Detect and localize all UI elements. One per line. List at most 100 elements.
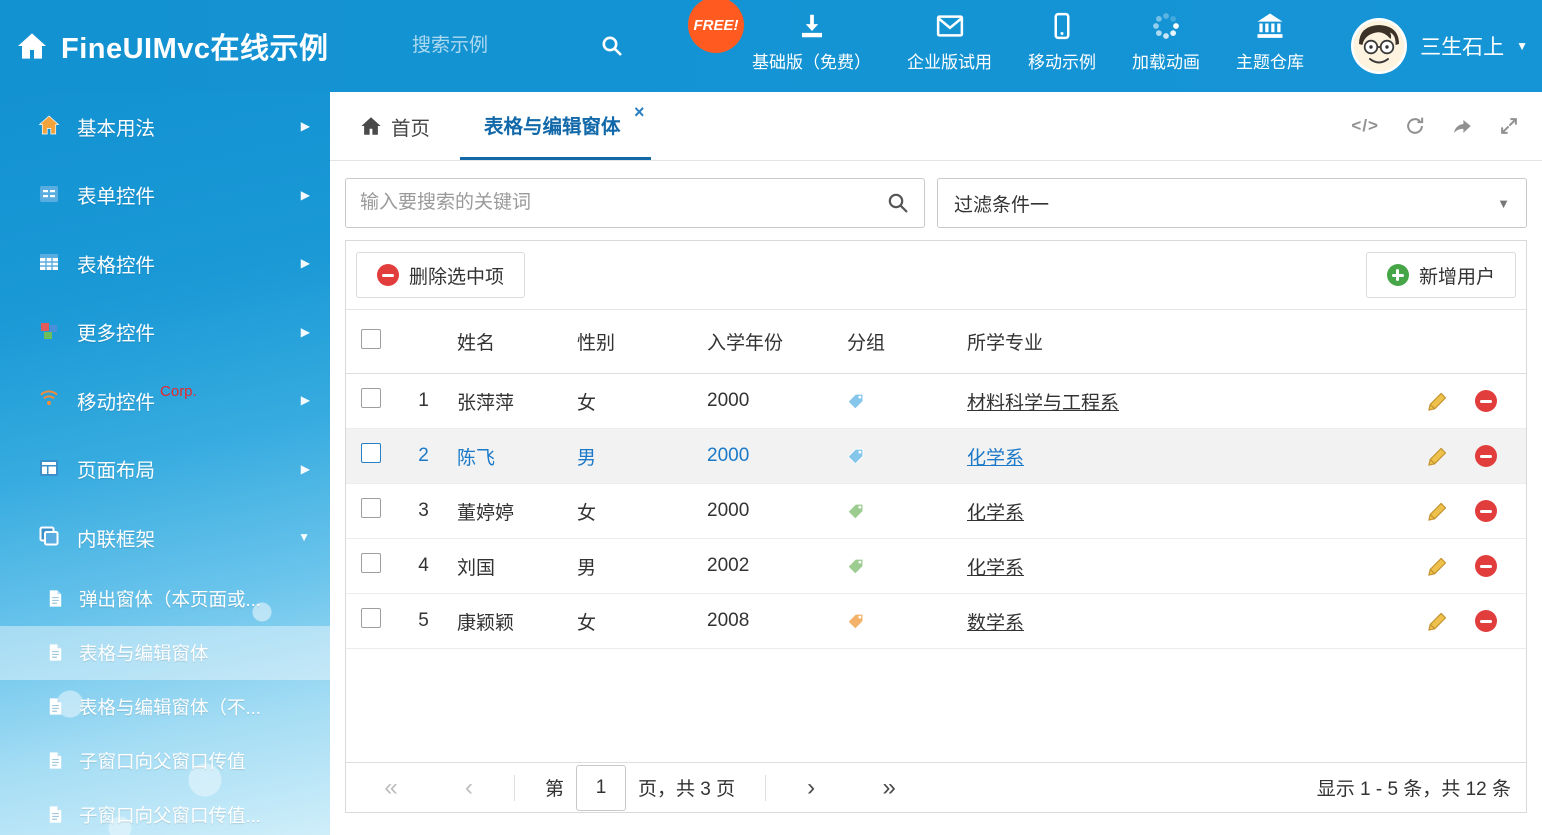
sidebar-item[interactable]: 基本用法 ▶ — [0, 92, 330, 161]
sidebar-item[interactable]: 页面布局 ▶ — [0, 435, 330, 504]
caret-down-icon: ▼ — [1497, 196, 1510, 211]
sidebar-subitem-label: 弹出窗体（本页面或... — [79, 586, 261, 612]
cell-row-number: 1 — [396, 390, 451, 412]
sidebar-item[interactable]: 表格控件 ▶ — [0, 229, 330, 298]
header-nav-item[interactable]: 基础版（免费） — [752, 11, 871, 73]
header-nav-item[interactable]: 移动示例 — [1028, 11, 1096, 73]
edit-row-icon[interactable] — [1426, 390, 1449, 413]
major-link[interactable]: 化学系 — [967, 503, 1024, 524]
sidebar-item-label: 基本用法 — [77, 112, 155, 141]
share-icon[interactable] — [1451, 115, 1473, 137]
table-row[interactable]: 5 康颖颖 女 2008 数学系 — [346, 594, 1526, 649]
expand-icon[interactable] — [1498, 115, 1520, 137]
header-nav-item[interactable]: 企业版试用 — [907, 11, 992, 73]
keyword-search — [345, 178, 925, 228]
delete-row-icon[interactable] — [1475, 390, 1497, 412]
edit-row-icon[interactable] — [1426, 445, 1449, 468]
header-nav-label: 加载动画 — [1132, 48, 1200, 73]
major-link[interactable]: 材料科学与工程系 — [967, 393, 1119, 414]
delete-row-icon[interactable] — [1475, 500, 1497, 522]
page-suffix: 页，共 3 页 — [638, 774, 735, 801]
header-nav-item[interactable]: 加载动画 — [1132, 11, 1200, 73]
sidebar-subitem[interactable]: 子窗口向父窗口传值... — [0, 788, 330, 835]
prev-page-icon[interactable]: ‹ — [454, 776, 484, 800]
column-header-gender[interactable]: 性别 — [571, 328, 701, 355]
sidebar-subitem[interactable]: 表格与编辑窗体 — [0, 626, 330, 680]
minus-circle-icon — [377, 264, 399, 286]
sidebar-item[interactable]: 更多控件 ▶ — [0, 298, 330, 367]
sidebar-subitem[interactable]: 弹出窗体（本页面或... — [0, 572, 330, 626]
cell-row-number: 3 — [396, 500, 451, 522]
sidebar-subitem[interactable]: 表格与编辑窗体（不... — [0, 680, 330, 734]
cell-year: 2000 — [701, 500, 841, 522]
wave-icon — [38, 388, 62, 412]
free-badge: FREE! — [688, 0, 744, 53]
tab-home[interactable]: 首页 — [344, 92, 446, 160]
delete-selected-button[interactable]: 删除选中项 — [356, 252, 525, 298]
tag-icon — [846, 447, 961, 466]
next-page-icon[interactable]: › — [796, 776, 826, 800]
cell-row-number: 5 — [396, 610, 451, 632]
cell-gender: 女 — [571, 608, 701, 635]
page-number-input[interactable] — [576, 765, 626, 811]
avatar — [1350, 17, 1408, 75]
first-page-icon[interactable]: « — [376, 776, 406, 800]
cell-gender: 女 — [571, 388, 701, 415]
header-nav-label: 移动示例 — [1028, 48, 1096, 73]
cell-name: 康颖颖 — [451, 608, 571, 635]
filter-dropdown[interactable]: 过滤条件一 ▼ — [937, 178, 1527, 228]
row-checkbox[interactable] — [361, 498, 381, 518]
sidebar-item[interactable]: 内联框架 ▼ — [0, 503, 330, 572]
edit-row-icon[interactable] — [1426, 610, 1449, 633]
table-row[interactable]: 4 刘国 男 2002 化学系 — [346, 539, 1526, 594]
refresh-icon[interactable] — [1404, 115, 1426, 137]
table-icon — [38, 251, 62, 275]
last-page-icon[interactable]: » — [874, 776, 904, 800]
major-link[interactable]: 化学系 — [967, 448, 1024, 469]
header-search-input[interactable] — [412, 35, 600, 57]
delete-row-icon[interactable] — [1475, 610, 1497, 632]
major-link[interactable]: 化学系 — [967, 558, 1024, 579]
major-link[interactable]: 数学系 — [967, 613, 1024, 634]
keyword-search-input[interactable] — [360, 192, 886, 214]
sidebar-subitem[interactable]: 子窗口向父窗口传值 — [0, 734, 330, 788]
delete-row-icon[interactable] — [1475, 445, 1497, 467]
frame-icon — [38, 525, 62, 549]
home-icon — [360, 115, 382, 137]
table-row[interactable]: 1 张萍萍 女 2000 材料科学与工程系 — [346, 374, 1526, 429]
filter-dropdown-value: 过滤条件一 — [954, 190, 1049, 217]
column-header-major[interactable]: 所学专业 — [961, 328, 1404, 355]
top-header: FineUIMvc在线示例 FREE! 基础版（免费） 企业版试用 移动示例 加… — [0, 0, 1542, 92]
delete-row-icon[interactable] — [1475, 555, 1497, 577]
table-header: 姓名 性别 入学年份 分组 所学专业 — [346, 310, 1526, 374]
column-header-name[interactable]: 姓名 — [451, 328, 571, 355]
file-icon — [46, 589, 66, 609]
row-checkbox[interactable] — [361, 388, 381, 408]
tab-bar: 首页 表格与编辑窗体 × </> — [330, 92, 1542, 161]
file-icon — [46, 805, 66, 825]
user-menu[interactable]: 三生石上 ▼ — [1350, 0, 1528, 92]
grid-toolbar: 删除选中项 新增用户 — [346, 241, 1526, 310]
sidebar-item[interactable]: 移动控件 Corp. ▶ — [0, 366, 330, 435]
search-icon[interactable] — [600, 34, 624, 58]
edit-row-icon[interactable] — [1426, 500, 1449, 523]
code-icon[interactable]: </> — [1351, 116, 1379, 136]
table-row[interactable]: 3 董婷婷 女 2000 化学系 — [346, 484, 1526, 539]
tab-active[interactable]: 表格与编辑窗体 × — [460, 92, 651, 160]
add-user-button[interactable]: 新增用户 — [1366, 252, 1516, 298]
file-icon — [46, 751, 66, 771]
column-header-year[interactable]: 入学年份 — [701, 328, 841, 355]
search-icon[interactable] — [886, 191, 910, 215]
row-checkbox[interactable] — [361, 443, 381, 463]
column-header-group[interactable]: 分组 — [841, 328, 961, 355]
close-icon[interactable]: × — [634, 103, 645, 121]
header-nav-item[interactable]: 主题仓库 — [1236, 11, 1304, 73]
brand[interactable]: FineUIMvc在线示例 — [0, 25, 412, 67]
edit-row-icon[interactable] — [1426, 555, 1449, 578]
table-row[interactable]: 2 陈飞 男 2000 化学系 — [346, 429, 1526, 484]
row-checkbox[interactable] — [361, 608, 381, 628]
row-checkbox[interactable] — [361, 553, 381, 573]
sidebar-item[interactable]: 表单控件 ▶ — [0, 161, 330, 230]
grid-panel: 删除选中项 新增用户 姓名 性别 入学年份 分组 所学专业 1 张萍萍 女 20… — [345, 240, 1527, 813]
select-all-checkbox[interactable] — [361, 329, 381, 349]
